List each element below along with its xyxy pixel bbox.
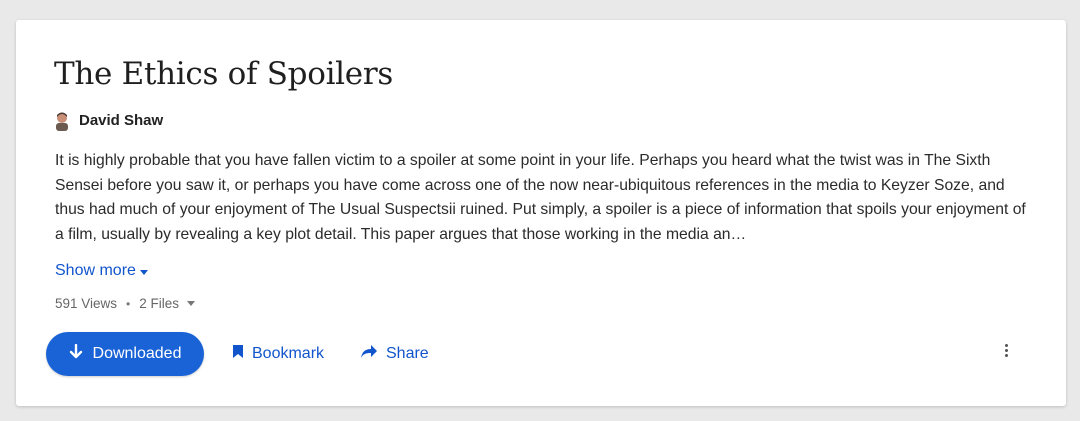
files-count: 2 Files [139,296,180,311]
bookmark-label: Bookmark [252,345,325,362]
author-row[interactable]: David Shaw [54,110,163,132]
author-name[interactable]: David Shaw [79,111,163,131]
show-more-link[interactable]: Show more [55,261,148,281]
download-button[interactable]: Downloaded [46,332,204,376]
paper-title[interactable]: The Ethics of Spoilers [54,54,393,94]
more-vertical-icon[interactable] [998,338,1014,362]
paper-meta: 591 Views • 2 Files [55,296,196,311]
caret-down-icon [139,269,148,275]
files-dropdown[interactable]: 2 Files [139,296,196,311]
paper-abstract: It is highly probable that you have fall… [55,152,1026,243]
bookmark-icon [232,344,244,364]
views-count: 591 Views [55,296,118,311]
caret-down-icon [187,301,196,306]
arrow-down-icon [69,343,83,365]
show-more-label: Show more [55,262,136,279]
bookmark-button[interactable]: Bookmark [232,342,324,366]
person-avatar-icon [54,111,70,131]
paper-card: The Ethics of Spoilers David Shaw It is … [16,20,1066,406]
meta-separator: • [126,296,131,311]
share-button[interactable]: Share [360,342,429,366]
share-label: Share [386,345,429,362]
download-label: Downloaded [92,345,182,362]
share-arrow-icon [360,344,378,364]
